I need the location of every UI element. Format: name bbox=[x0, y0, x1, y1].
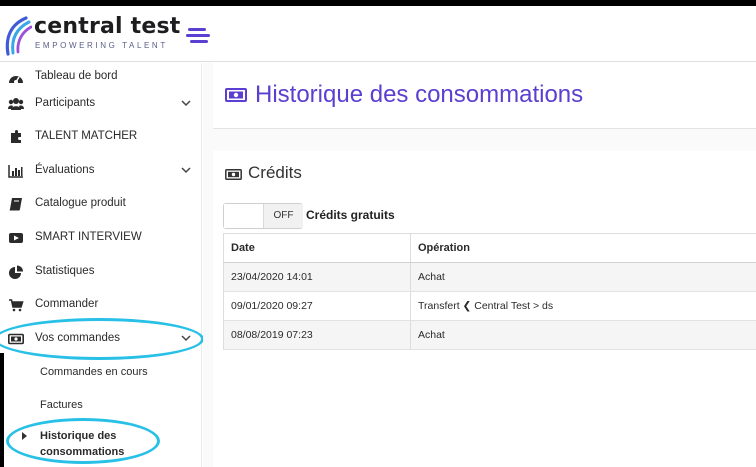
users-icon bbox=[8, 98, 24, 110]
column-header-operation[interactable]: Opération bbox=[411, 234, 756, 262]
cart-icon bbox=[9, 299, 24, 312]
sidebar-subitem-factures[interactable]: Factures bbox=[0, 393, 202, 419]
chevron-down-icon bbox=[181, 100, 191, 107]
menu-toggle-icon[interactable] bbox=[186, 28, 210, 44]
brand-name: central test bbox=[34, 14, 181, 39]
sidebar-item-statistiques[interactable]: Statistiques bbox=[0, 257, 202, 287]
sidebar-subitem-label: Historique des consommations bbox=[40, 430, 125, 458]
money-icon bbox=[225, 88, 247, 102]
caret-right-icon bbox=[22, 432, 27, 440]
consumption-table: Date Opération 23/04/2020 14:01 Achat 09… bbox=[223, 233, 756, 350]
credits-panel: Crédits OFF Crédits gratuits Date Opérat… bbox=[213, 151, 756, 467]
cell-date: 23/04/2020 14:01 bbox=[223, 263, 411, 291]
column-header-date[interactable]: Date bbox=[223, 234, 411, 262]
section-title: Crédits bbox=[248, 163, 302, 182]
cell-date: 09/01/2020 09:27 bbox=[223, 292, 411, 320]
table-row: 08/08/2019 07:23 Achat bbox=[223, 321, 756, 350]
video-icon bbox=[9, 233, 23, 243]
pie-chart-icon bbox=[9, 265, 23, 279]
sidebar-item-participants[interactable]: Participants bbox=[0, 89, 202, 119]
money-icon bbox=[225, 169, 242, 180]
page-header: Historique des consommations bbox=[213, 63, 756, 129]
sidebar-item-label: Vos commandes bbox=[35, 332, 121, 344]
cell-date: 08/08/2019 07:23 bbox=[223, 321, 411, 349]
dashboard-icon bbox=[9, 76, 23, 84]
bar-chart-icon bbox=[8, 165, 23, 178]
sidebar-item-talent-matcher[interactable]: TALENT MATCHER bbox=[0, 122, 202, 152]
sidebar-item-label: Catalogue produit bbox=[35, 197, 126, 209]
sidebar-item-commander[interactable]: Commander bbox=[0, 290, 202, 320]
sidebar: Tableau de bord Participants TALENT MATC… bbox=[0, 63, 202, 467]
sidebar-item-label: SMART INTERVIEW bbox=[35, 231, 142, 243]
toggle-state: OFF bbox=[264, 204, 303, 228]
cell-operation: Transfert ❮ Central Test > ds bbox=[418, 300, 554, 312]
table-row: 09/01/2020 09:27 Transfert ❮ Central Tes… bbox=[223, 292, 756, 321]
sidebar-subitem-historique-des-consommations[interactable]: Historique des consommations bbox=[0, 425, 202, 465]
sidebar-item-label: TALENT MATCHER bbox=[35, 130, 138, 142]
table-header-row: Date Opération bbox=[223, 234, 756, 263]
cell-operation: Achat bbox=[418, 329, 445, 341]
chevron-down-icon bbox=[181, 167, 191, 174]
sidebar-item-smart-interview[interactable]: SMART INTERVIEW bbox=[0, 223, 202, 253]
main-content: Historique des consommations Crédits OFF… bbox=[203, 63, 756, 467]
sidebar-item-label: Évaluations bbox=[35, 164, 95, 176]
sidebar-item-evaluations[interactable]: Évaluations bbox=[0, 156, 202, 186]
brand-tagline: EMPOWERING TALENT bbox=[35, 41, 168, 50]
toggle-knob bbox=[224, 204, 264, 228]
sidebar-item-label: Commander bbox=[35, 298, 99, 310]
sidebar-subitem-commandes-en-cours[interactable]: Commandes en cours bbox=[0, 360, 202, 386]
sidebar-item-label: Participants bbox=[35, 97, 96, 109]
logo-mark-icon bbox=[5, 16, 32, 56]
chevron-down-icon bbox=[181, 335, 191, 342]
book-icon bbox=[9, 198, 22, 211]
page-title: Historique des consommations bbox=[255, 81, 584, 108]
sidebar-item-label: Tableau de bord bbox=[35, 70, 118, 82]
sidebar-item-catalogue-produit[interactable]: Catalogue produit bbox=[0, 189, 202, 219]
puzzle-icon bbox=[11, 130, 21, 143]
sidebar-item-vos-commandes[interactable]: Vos commandes bbox=[0, 324, 202, 354]
money-icon bbox=[8, 333, 24, 345]
cell-operation: Achat bbox=[418, 271, 445, 283]
toggle-label: Crédits gratuits bbox=[306, 208, 395, 222]
left-edge-bar bbox=[0, 353, 4, 467]
sidebar-subitem-label: Factures bbox=[40, 399, 83, 411]
free-credits-toggle[interactable]: OFF bbox=[223, 203, 303, 229]
table-row: 23/04/2020 14:01 Achat bbox=[223, 263, 756, 292]
sidebar-item-label: Statistiques bbox=[35, 265, 95, 277]
sidebar-subitem-label: Commandes en cours bbox=[40, 366, 148, 378]
app-header: central test EMPOWERING TALENT bbox=[0, 6, 756, 62]
